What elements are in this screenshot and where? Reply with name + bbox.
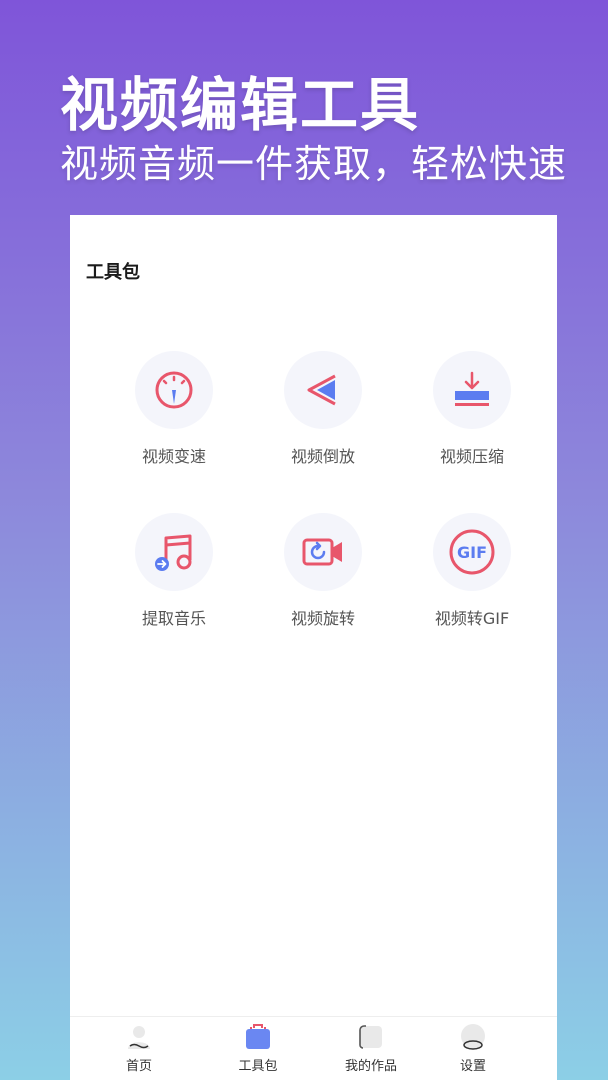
tab-settings[interactable]: 设置: [428, 1023, 518, 1074]
bottom-tab-bar: 首页 工具包 我的作品 设置: [70, 1016, 557, 1080]
tool-video-reverse[interactable]: 视频倒放: [253, 351, 393, 467]
tool-label: 提取音乐: [141, 609, 206, 628]
reverse-icon: [307, 374, 336, 406]
tool-label: 视频变速: [141, 447, 206, 466]
tab-label: 我的作品: [344, 1059, 397, 1074]
tool-icon-bg: [284, 513, 362, 591]
tool-extract-music[interactable]: 提取音乐: [104, 513, 244, 629]
works-icon: [359, 1025, 382, 1049]
speedometer-icon: [155, 371, 193, 409]
tool-video-speed[interactable]: 视频变速: [104, 351, 244, 467]
toolbox-icon: [246, 1024, 270, 1049]
promo-subline: 视频音频一件获取，轻松快速: [60, 142, 568, 186]
tool-icon-bg: [284, 351, 362, 429]
tool-icon-bg: GIF: [433, 513, 511, 591]
tool-video-compress[interactable]: 视频压缩: [402, 351, 542, 467]
tool-label: 视频倒放: [290, 447, 355, 466]
tool-icon-bg: [135, 351, 213, 429]
app-screen: 工具包 视频变速 视频倒放 视频压缩 提取音乐 视频旋转 GIF 视频转GIF …: [70, 215, 557, 1080]
tool-video-rotate[interactable]: 视频旋转: [253, 513, 393, 629]
promo-headline: 视频编辑工具: [60, 71, 421, 139]
tab-label: 工具包: [238, 1059, 278, 1074]
svg-text:GIF: GIF: [457, 543, 487, 562]
tool-icon-bg: [135, 513, 213, 591]
gif-icon: GIF: [449, 529, 495, 575]
section-title: 工具包: [86, 262, 140, 283]
tool-video-to-gif[interactable]: GIF 视频转GIF: [402, 513, 542, 629]
tool-label: 视频转GIF: [434, 609, 510, 628]
tool-label: 视频旋转: [290, 609, 355, 628]
tab-label: 设置: [459, 1059, 486, 1074]
tab-label: 首页: [125, 1059, 152, 1074]
tool-label: 视频压缩: [439, 447, 504, 466]
home-person-icon: [128, 1026, 150, 1049]
tab-toolbox[interactable]: 工具包: [213, 1023, 303, 1074]
tab-home[interactable]: 首页: [94, 1023, 184, 1074]
compress-icon: [455, 371, 489, 406]
tab-my-works[interactable]: 我的作品: [326, 1023, 416, 1074]
rotate-video-icon: [302, 538, 342, 566]
settings-icon: [461, 1024, 485, 1050]
tool-icon-bg: [433, 351, 511, 429]
music-extract-icon: [155, 534, 192, 571]
